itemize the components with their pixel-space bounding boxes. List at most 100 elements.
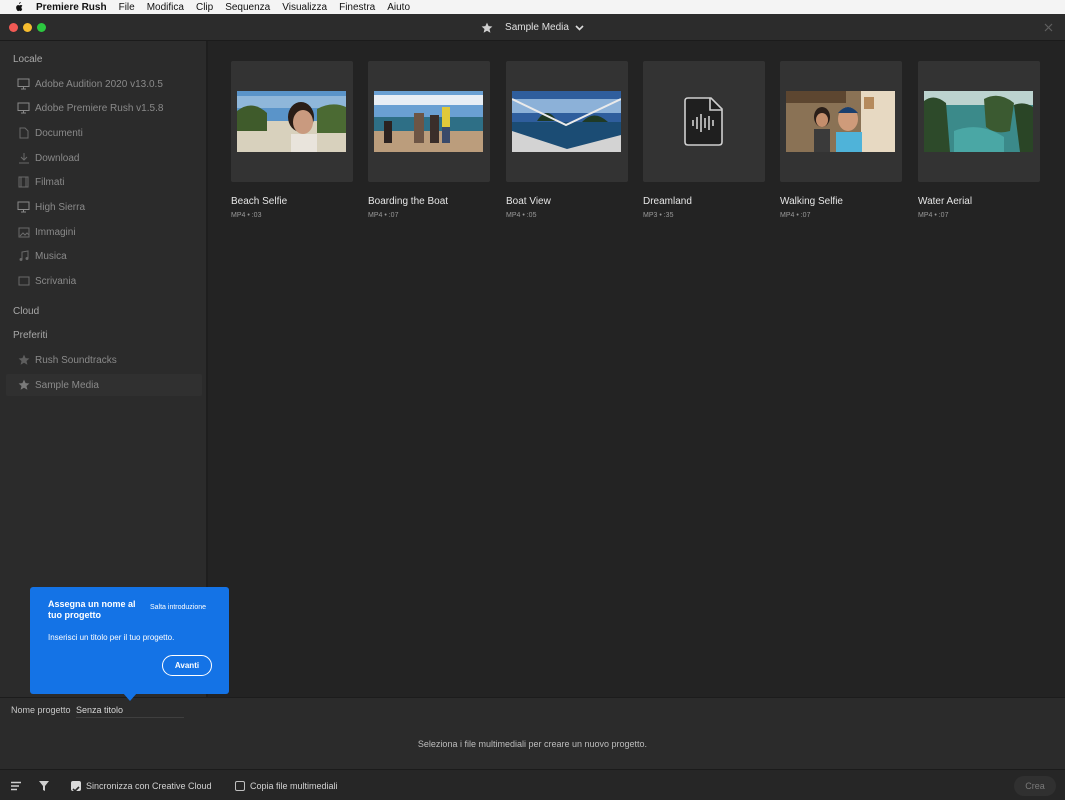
sidebar-item-label: Immagini: [35, 226, 76, 238]
sidebar-item-label: Documenti: [35, 127, 83, 139]
copy-media-checkbox[interactable]: [235, 781, 245, 791]
chevron-down-icon: [575, 24, 584, 31]
sidebar-item-immagini[interactable]: Immagini: [6, 221, 202, 243]
star-icon: [17, 379, 30, 392]
menu-finestra[interactable]: Finestra: [339, 2, 375, 13]
media-card-boarding-the-boat[interactable]: Boarding the Boat MP4 • :07: [368, 61, 490, 219]
media-meta: MP4 • :07: [368, 212, 399, 219]
media-card-water-aerial[interactable]: Water Aerial MP4 • :07: [918, 61, 1040, 219]
menu-sequenza[interactable]: Sequenza: [225, 2, 270, 13]
media-meta: MP4 • :07: [918, 212, 949, 219]
title-bar: Sample Media: [0, 14, 1065, 41]
filter-icon[interactable]: [38, 780, 50, 792]
apple-icon[interactable]: [0, 2, 36, 12]
media-name: Water Aerial: [918, 196, 973, 207]
monitor-icon: [17, 201, 30, 214]
monitor-icon: [17, 102, 30, 115]
tooltip-title: Assegna un nome al tuo progetto: [48, 599, 136, 620]
sidebar-item-label: Adobe Audition 2020 v13.0.5: [35, 78, 163, 90]
tooltip-body: Inserisci un titolo per il tuo progetto.: [48, 633, 175, 642]
section-preferiti: Preferiti: [13, 330, 48, 341]
walking-selfie-image: [786, 91, 895, 152]
media-name: Boat View: [506, 196, 551, 207]
sync-creative-cloud-label[interactable]: Sincronizza con Creative Cloud: [86, 781, 212, 791]
menu-clip[interactable]: Clip: [196, 2, 213, 13]
onboarding-tooltip: Assegna un nome al tuo progetto Salta in…: [30, 587, 229, 701]
sidebar-item-adobe-premiere-rush[interactable]: Adobe Premiere Rush v1.5.8: [6, 97, 202, 119]
sidebar-item-label: Musica: [35, 250, 67, 262]
audio-file-icon: [683, 96, 724, 147]
media-thumbnail[interactable]: [918, 61, 1040, 182]
sidebar-item-adobe-audition[interactable]: Adobe Audition 2020 v13.0.5: [6, 73, 202, 95]
sidebar-item-scrivania[interactable]: Scrivania: [6, 270, 202, 292]
tooltip-arrow: [123, 693, 137, 701]
media-thumbnail[interactable]: [231, 61, 353, 182]
media-meta: MP4 • :05: [506, 212, 537, 219]
monitor-icon: [17, 78, 30, 91]
media-thumbnail[interactable]: [506, 61, 628, 182]
project-name-input[interactable]: Senza titolo: [76, 702, 184, 718]
media-name: Dreamland: [643, 196, 692, 207]
project-name-label: Nome progetto: [11, 705, 71, 715]
media-thumbnail[interactable]: [368, 61, 490, 182]
sidebar-item-filmati[interactable]: Filmati: [6, 171, 202, 193]
next-button[interactable]: Avanti: [162, 655, 212, 676]
checkmark-icon: [72, 786, 80, 793]
sidebar-item-sample-media[interactable]: Sample Media: [6, 374, 202, 396]
project-panel: Nome progetto Senza titolo Seleziona i f…: [0, 697, 1065, 769]
sidebar-item-label: Filmati: [35, 176, 65, 188]
sidebar-item-download[interactable]: Download: [6, 147, 202, 169]
star-icon: [17, 354, 30, 367]
menu-aiuto[interactable]: Aiuto: [387, 2, 410, 13]
menu-modifica[interactable]: Modifica: [147, 2, 184, 13]
boarding-boat-image: [374, 91, 483, 152]
sync-creative-cloud-checkbox[interactable]: [71, 781, 81, 793]
media-name: Boarding the Boat: [368, 196, 449, 207]
sidebar-item-documenti[interactable]: Documenti: [6, 122, 202, 144]
sidebar-item-label: Rush Soundtracks: [35, 354, 117, 366]
copy-media-label[interactable]: Copia file multimediali: [250, 781, 338, 791]
document-icon: [17, 127, 30, 140]
sidebar-item-label: Sample Media: [35, 379, 99, 391]
media-card-boat-view[interactable]: Boat View MP4 • :05: [506, 61, 628, 219]
film-icon: [17, 176, 30, 189]
sidebar-item-rush-soundtracks[interactable]: Rush Soundtracks: [6, 349, 202, 371]
media-thumbnail[interactable]: [643, 61, 765, 182]
media-meta: MP3 • :35: [643, 212, 674, 219]
menu-visualizza[interactable]: Visualizza: [282, 2, 327, 13]
macos-menu-bar: Premiere Rush File Modifica Clip Sequenz…: [0, 0, 1065, 14]
media-meta: MP4 • :07: [780, 212, 811, 219]
location-title: Sample Media: [505, 22, 569, 33]
sidebar-item-high-sierra[interactable]: High Sierra: [6, 196, 202, 218]
skip-intro-link[interactable]: Salta introduzione: [150, 604, 206, 611]
menu-file[interactable]: File: [119, 2, 135, 13]
premiere-rush-window: Premiere Rush File Modifica Clip Sequenz…: [0, 0, 1065, 800]
close-icon[interactable]: [1043, 22, 1054, 33]
image-icon: [17, 226, 30, 239]
water-aerial-image: [924, 91, 1033, 152]
music-icon: [17, 250, 30, 263]
section-locale: Locale: [13, 54, 43, 65]
sidebar-item-label: Download: [35, 152, 80, 164]
sidebar-item-label: Adobe Premiere Rush v1.5.8: [35, 102, 164, 114]
list-view-icon[interactable]: [10, 780, 22, 792]
location-selector[interactable]: Sample Media: [0, 14, 1065, 41]
media-name: Beach Selfie: [231, 196, 288, 207]
menu-app-name[interactable]: Premiere Rush: [36, 2, 107, 13]
sidebar-item-musica[interactable]: Musica: [6, 245, 202, 267]
desktop-icon: [17, 275, 30, 288]
media-card-walking-selfie[interactable]: Walking Selfie MP4 • :07: [780, 61, 902, 219]
media-meta: MP4 • :03: [231, 212, 262, 219]
section-cloud[interactable]: Cloud: [13, 306, 39, 317]
media-card-beach-selfie[interactable]: Beach Selfie MP4 • :03: [231, 61, 353, 219]
media-name: Walking Selfie: [780, 196, 843, 207]
sidebar-item-label: High Sierra: [35, 201, 86, 213]
create-button[interactable]: Crea: [1014, 776, 1056, 796]
media-card-dreamland[interactable]: Dreamland MP3 • :35: [643, 61, 765, 219]
media-browser: Beach Selfie MP4 • :03 Boarding the Boat: [210, 41, 1065, 697]
select-media-hint: Seleziona i file multimediali per creare…: [417, 739, 648, 749]
boat-view-image: [512, 91, 621, 152]
bottom-bar: Sincronizza con Creative Cloud Copia fil…: [0, 769, 1065, 800]
media-thumbnail[interactable]: [780, 61, 902, 182]
download-icon: [17, 152, 30, 165]
